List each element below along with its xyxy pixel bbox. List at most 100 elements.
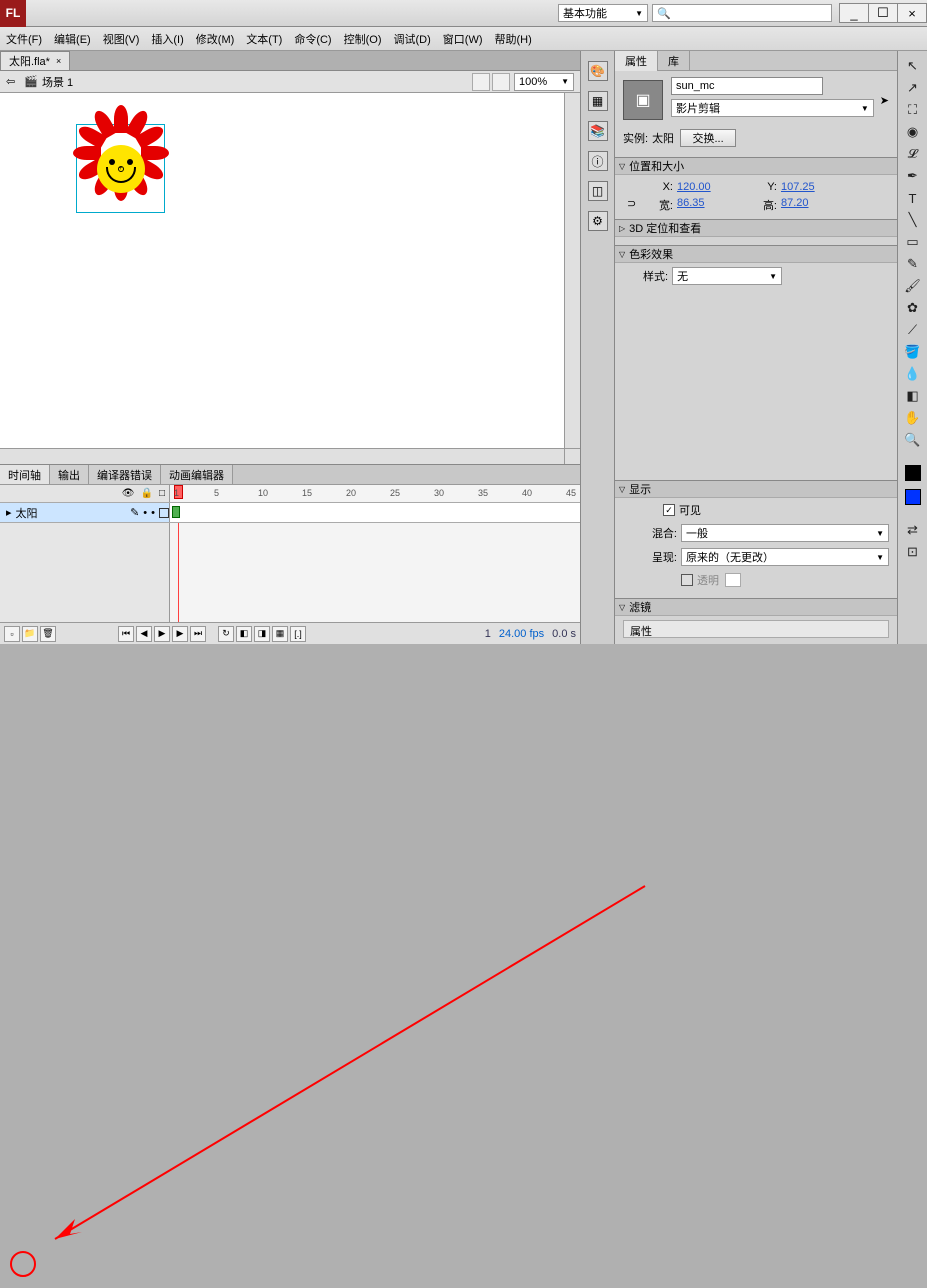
deco-tool-icon[interactable]: ✿	[904, 299, 922, 317]
close-button[interactable]: ×	[897, 3, 927, 23]
menu-debug[interactable]: 调试(D)	[394, 31, 431, 47]
render-dropdown[interactable]: 原来的（无更改）▼	[681, 548, 889, 566]
rectangle-tool-icon[interactable]: ▭	[904, 233, 922, 251]
workspace-dropdown[interactable]: 基本功能▼	[558, 4, 648, 22]
swap-button[interactable]: 交换...	[680, 129, 736, 147]
keyframe[interactable]	[172, 506, 180, 518]
help-icon[interactable]: ➤	[880, 94, 889, 107]
fps-display[interactable]: 24.00 fps	[499, 628, 544, 640]
close-tab-icon[interactable]: ×	[56, 56, 61, 66]
instance-name-input[interactable]	[671, 77, 823, 95]
stage-vscroll[interactable]	[564, 93, 580, 448]
tab-compiler-errors[interactable]: 编译器错误	[89, 465, 161, 484]
menu-edit[interactable]: 编辑(E)	[54, 31, 91, 47]
menu-text[interactable]: 文本(T)	[246, 31, 282, 47]
menu-help[interactable]: 帮助(H)	[495, 31, 532, 47]
line-tool-icon[interactable]: ╲	[904, 211, 922, 229]
text-tool-icon[interactable]: T	[904, 189, 922, 207]
section-filters[interactable]: ▽滤镜	[615, 598, 897, 616]
layer-name[interactable]: 太阳	[16, 505, 38, 521]
swap-colors-icon[interactable]: ⇄	[904, 521, 922, 539]
swatches-panel-icon[interactable]: 🎨	[588, 61, 608, 81]
section-3d-position[interactable]: ▷3D 定位和查看	[615, 219, 897, 237]
eye-icon[interactable]: 👁	[122, 488, 135, 499]
edit-multiple-button[interactable]: ▦	[272, 626, 288, 642]
menu-modify[interactable]: 修改(M)	[196, 31, 235, 47]
transform-panel-icon[interactable]: ◫	[588, 181, 608, 201]
new-layer-button[interactable]: ▫	[4, 626, 20, 642]
symbol-type-dropdown[interactable]: 影片剪辑▼	[671, 99, 874, 117]
components-panel-icon[interactable]: ⚙	[588, 211, 608, 231]
stage[interactable]: +	[0, 93, 580, 464]
layer-row[interactable]: ▸ 太阳 ✎ ••	[0, 503, 580, 523]
menu-view[interactable]: 视图(V)	[103, 31, 140, 47]
outline-icon[interactable]: □	[159, 488, 165, 499]
selected-movieclip[interactable]: +	[77, 125, 164, 212]
pen-tool-icon[interactable]: ✒	[904, 167, 922, 185]
layer-frames[interactable]	[170, 503, 580, 522]
y-value[interactable]: 107.25	[781, 181, 841, 193]
tab-output[interactable]: 输出	[50, 465, 89, 484]
x-value[interactable]: 120.00	[677, 181, 737, 193]
color-style-dropdown[interactable]: 无▼	[672, 267, 782, 285]
onion-outline-button[interactable]: ◨	[254, 626, 270, 642]
paint-bucket-tool-icon[interactable]: 🪣	[904, 343, 922, 361]
hand-tool-icon[interactable]: ✋	[904, 409, 922, 427]
lock-aspect-icon[interactable]: ⊃	[627, 197, 639, 213]
minimize-button[interactable]: _	[839, 3, 869, 23]
brush-tool-icon[interactable]: 🖌	[904, 277, 922, 295]
height-value[interactable]: 87.20	[781, 197, 841, 213]
section-position-size[interactable]: ▽位置和大小	[615, 157, 897, 175]
zoom-tool-icon[interactable]: 🔍	[904, 431, 922, 449]
section-color-effect[interactable]: ▽色彩效果	[615, 245, 897, 263]
back-arrow-icon[interactable]: ⇦	[6, 75, 20, 89]
bone-tool-icon[interactable]: ⟋	[904, 321, 922, 339]
edit-scene-button[interactable]	[472, 73, 490, 91]
eyedropper-tool-icon[interactable]: 💧	[904, 365, 922, 383]
first-frame-button[interactable]: ⏮	[118, 626, 134, 642]
document-tab[interactable]: 太阳.fla*×	[0, 51, 70, 70]
last-frame-button[interactable]: ⏭	[190, 626, 206, 642]
new-folder-button[interactable]: 📁	[22, 626, 38, 642]
blend-dropdown[interactable]: 一般▼	[681, 524, 889, 542]
onion-skin-button[interactable]: ◧	[236, 626, 252, 642]
next-frame-button[interactable]: ▶	[172, 626, 188, 642]
menu-control[interactable]: 控制(O)	[344, 31, 382, 47]
menu-file[interactable]: 文件(F)	[6, 31, 42, 47]
stroke-color-swatch[interactable]	[905, 465, 921, 481]
free-transform-tool-icon[interactable]: ⛶	[904, 101, 922, 119]
selection-tool-icon[interactable]: ↖	[904, 57, 922, 75]
tab-properties[interactable]: 属性	[615, 51, 658, 71]
prev-frame-button[interactable]: ◀	[136, 626, 152, 642]
snap-icon[interactable]: ⊡	[904, 543, 922, 561]
tab-timeline[interactable]: 时间轴	[0, 465, 50, 484]
play-button[interactable]: ▶	[154, 626, 170, 642]
align-panel-icon[interactable]: ▦	[588, 91, 608, 111]
pencil-tool-icon[interactable]: ✎	[904, 255, 922, 273]
lock-icon[interactable]: 🔒	[141, 488, 153, 499]
info-panel-icon[interactable]: ⓘ	[588, 151, 608, 171]
section-display[interactable]: ▽显示	[615, 480, 897, 498]
3d-rotation-tool-icon[interactable]: ◉	[904, 123, 922, 141]
fill-color-swatch[interactable]	[905, 489, 921, 505]
menu-commands[interactable]: 命令(C)	[294, 31, 331, 47]
tab-library[interactable]: 库	[658, 51, 690, 71]
menu-window[interactable]: 窗口(W)	[443, 31, 483, 47]
search-box[interactable]: 🔍	[652, 4, 832, 22]
menu-insert[interactable]: 插入(I)	[151, 31, 183, 47]
lasso-tool-icon[interactable]: 𝓛	[904, 145, 922, 163]
subselection-tool-icon[interactable]: ↗	[904, 79, 922, 97]
marker-button[interactable]: [.]	[290, 626, 306, 642]
edit-symbol-button[interactable]	[492, 73, 510, 91]
zoom-dropdown[interactable]: 100%▼	[514, 73, 574, 91]
width-value[interactable]: 86.35	[677, 197, 737, 213]
eraser-tool-icon[interactable]: ◧	[904, 387, 922, 405]
visible-checkbox[interactable]: ✓	[663, 504, 675, 516]
delete-layer-button[interactable]: 🗑	[40, 626, 56, 642]
library-panel-icon[interactable]: 📚	[588, 121, 608, 141]
stage-hscroll[interactable]	[0, 448, 564, 464]
maximize-button[interactable]: ☐	[868, 3, 898, 23]
loop-button[interactable]: ↻	[218, 626, 234, 642]
tab-motion-editor[interactable]: 动画编辑器	[161, 465, 233, 484]
timeline-ruler[interactable]: 1 5 10 15 20 25 30 35 40 45	[170, 485, 580, 502]
